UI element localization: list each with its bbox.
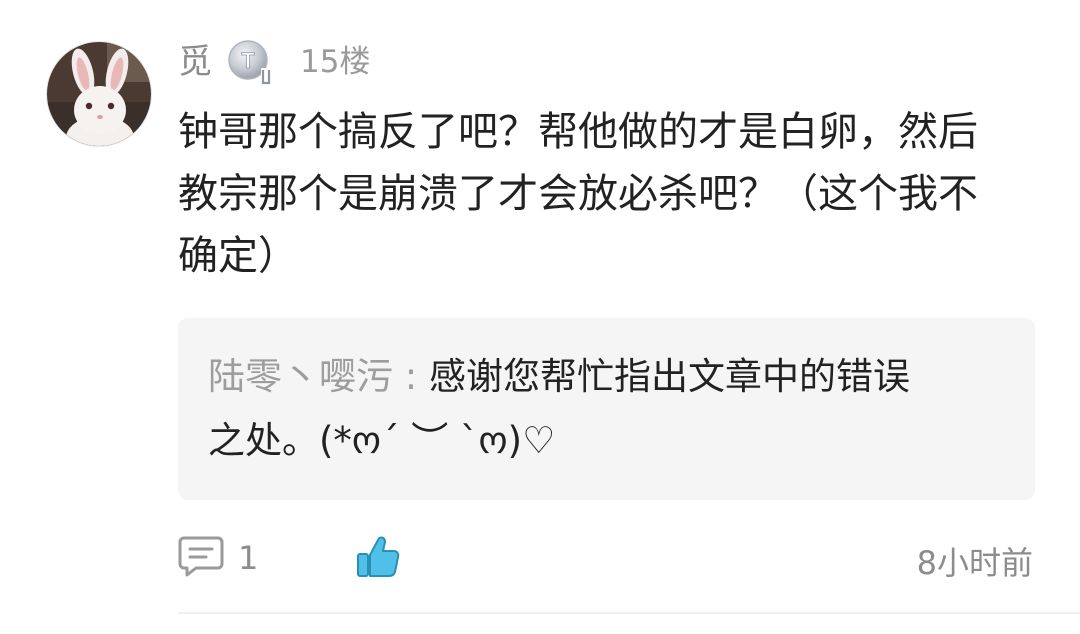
comment-actions: 1 8小时前 [178, 530, 1035, 590]
comment-item: 觅 T 15楼 钟哥那个搞反了吧？帮他做的才是白卵，然后 教宗那个是崩溃了才会放… [0, 0, 1080, 634]
svg-text:T: T [241, 48, 255, 73]
comment-header: 觅 T 15楼 [178, 38, 370, 86]
reply-count: 1 [238, 539, 259, 577]
avatar[interactable] [46, 41, 152, 147]
reply-text-continued: 之处。(*ო´ ︶ `ო)♡ [208, 419, 556, 462]
reply-preview[interactable]: 陆零丶嘤污 : 感谢您帮忙指出文章中的错误 之处。(*ო´ ︶ `ო)♡ [178, 318, 1035, 500]
comment-bubble-icon [178, 534, 224, 582]
comment-content-line: 教宗那个是崩溃了才会放必杀吧？（这个我不 [178, 171, 978, 217]
reply-author[interactable]: 陆零丶嘤污 [208, 355, 393, 398]
timestamp: 8小时前 [916, 544, 1033, 582]
floor-number: 15楼 [300, 44, 371, 80]
divider [178, 612, 1080, 614]
reply-button[interactable]: 1 [178, 534, 258, 582]
like-button[interactable] [356, 534, 400, 584]
level-badge-icon: T [226, 38, 274, 86]
comment-content-line: 确定） [178, 233, 298, 279]
thumbs-up-icon [356, 536, 400, 584]
comment-content-line: 钟哥那个搞反了吧？帮他做的才是白卵，然后 [178, 109, 978, 155]
comment-content: 钟哥那个搞反了吧？帮他做的才是白卵，然后 教宗那个是崩溃了才会放必杀吧？（这个我… [178, 101, 1038, 287]
rabbit-avatar-icon [47, 42, 151, 146]
reply-line: 陆零丶嘤污 : 感谢您帮忙指出文章中的错误 [208, 345, 1035, 409]
reply-separator: : [393, 355, 429, 398]
reply-text: 感谢您帮忙指出文章中的错误 [429, 355, 910, 398]
username[interactable]: 觅 [178, 38, 212, 86]
